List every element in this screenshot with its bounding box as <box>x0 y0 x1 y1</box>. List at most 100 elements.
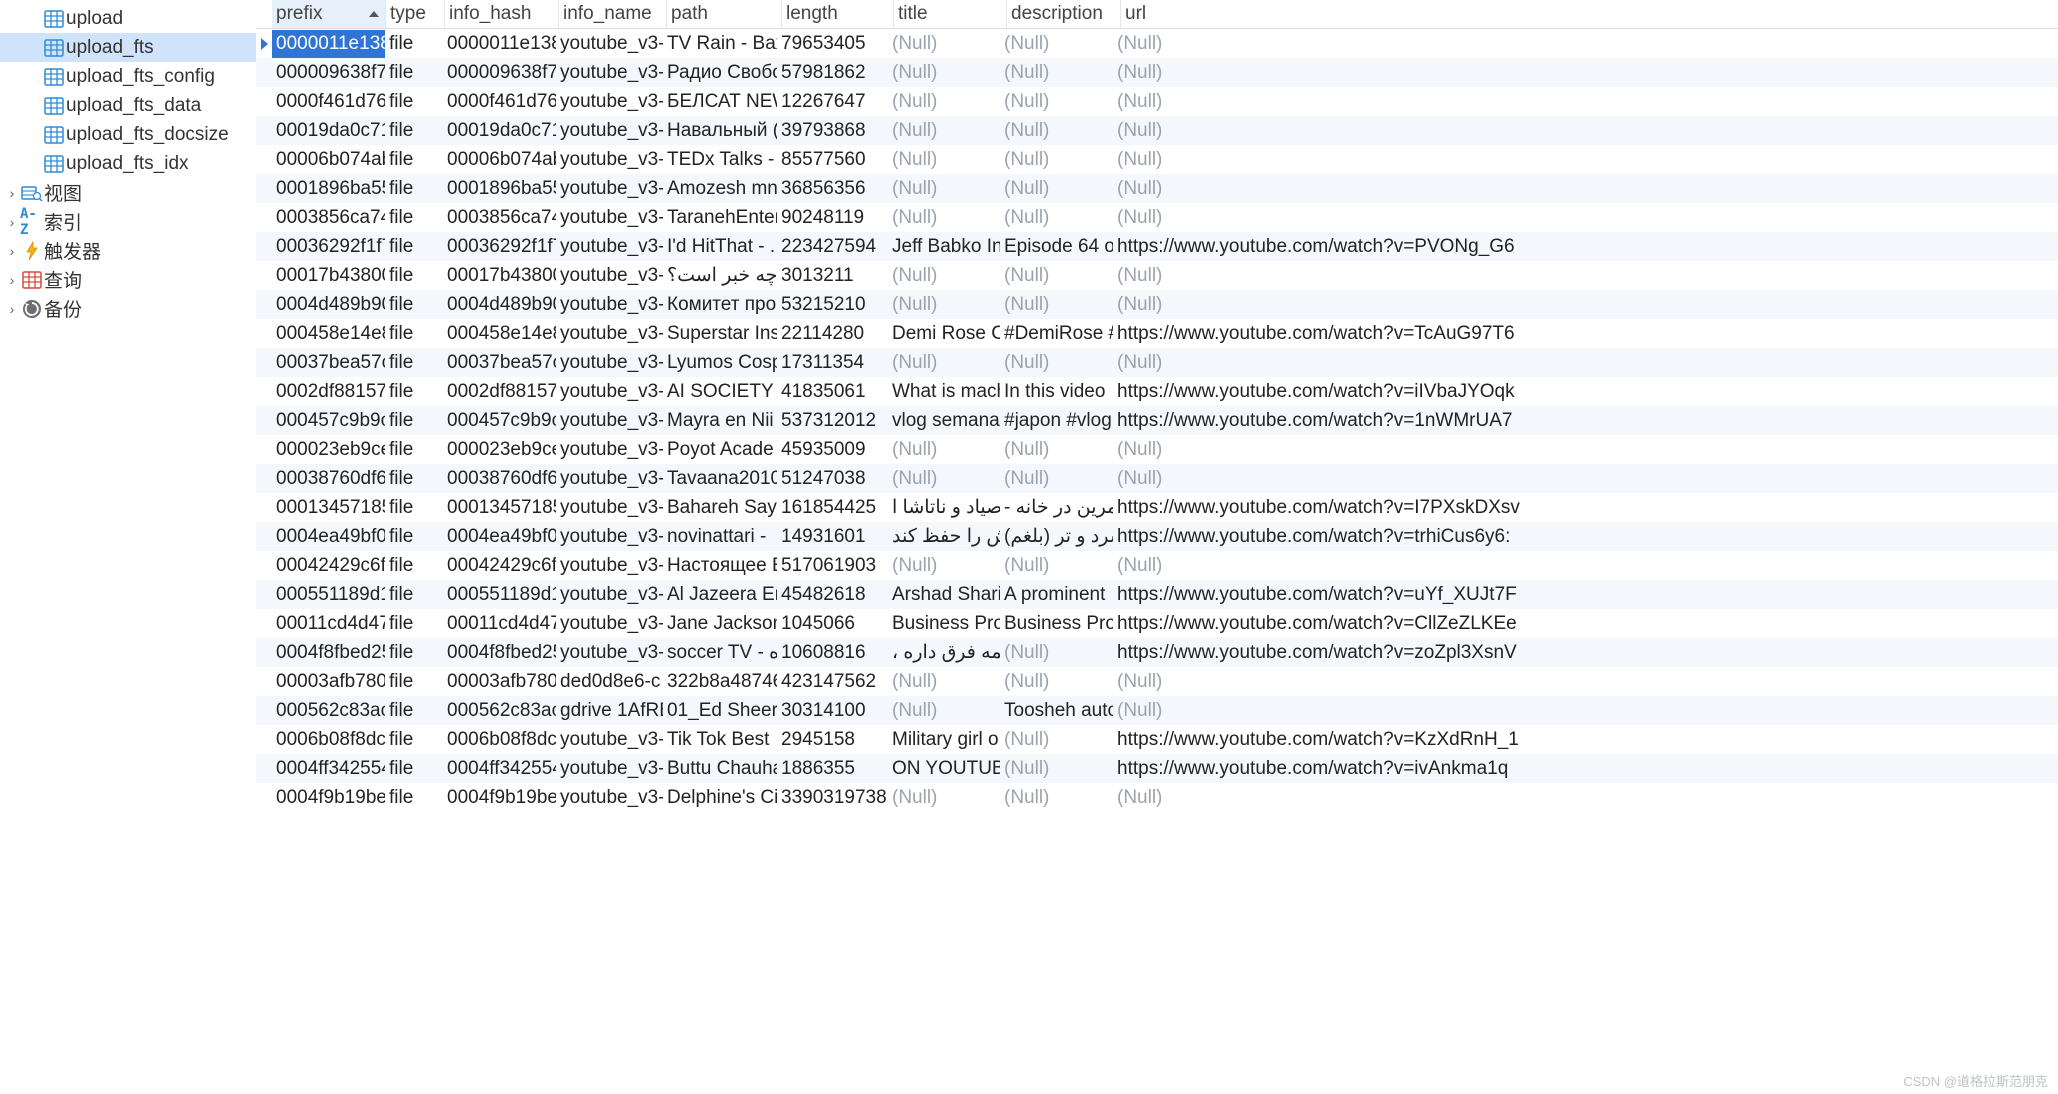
cell-info_name[interactable]: gdrive 1AfRB <box>556 697 663 725</box>
cell-prefix[interactable]: 00036292f1f7 <box>272 233 385 261</box>
cell-title[interactable]: تودش را حفظ کند( <box>888 522 1000 551</box>
cell-info_hash[interactable]: 00013457185 <box>443 494 556 522</box>
table-row[interactable]: 000009638f7file000009638f7youtube_v3-IРа… <box>256 58 2058 87</box>
cell-prefix[interactable]: 000551189d1 <box>272 581 385 609</box>
cell-info_hash[interactable]: 00006b074ab <box>443 146 556 174</box>
cell-url[interactable]: (Null) <box>1113 697 1523 725</box>
cell-path[interactable]: 322b8a48746 <box>663 668 777 696</box>
table-row[interactable]: 00017b43800file00017b43800youtube_v3-Iان… <box>256 261 2058 290</box>
cell-title[interactable]: (Null) <box>888 117 1000 145</box>
cell-info_hash[interactable]: 0004d489b90 <box>443 291 556 319</box>
table-row[interactable]: 0000011e138file0000011e138youtube_v3-ITV… <box>256 29 2058 58</box>
cell-description[interactable]: (Null) <box>1000 639 1113 667</box>
expand-arrow-icon[interactable]: › <box>4 243 20 259</box>
cell-prefix[interactable]: 00042429c6f <box>272 552 385 580</box>
column-header-info-hash[interactable]: info_hash <box>445 0 558 28</box>
cell-url[interactable]: https://www.youtube.com/watch?v=iIVbaJYO… <box>1113 378 1523 406</box>
cell-title[interactable]: (Null) <box>888 552 1000 580</box>
cell-info_hash[interactable]: 00037bea57c <box>443 349 556 377</box>
column-header-url[interactable]: url <box>1121 0 1531 28</box>
table-row[interactable]: 00003afb780file00003afb780ded0d8e6-c322b… <box>256 667 2058 696</box>
cell-description[interactable]: (Null) <box>1000 465 1113 493</box>
tree-node[interactable]: ›触发器 <box>0 236 256 265</box>
table-row[interactable]: 00042429c6ffile00042429c6fyoutube_v3-IНа… <box>256 551 2058 580</box>
cell-length[interactable]: 3013211 <box>777 262 888 290</box>
cell-path[interactable]: TaranehEnter <box>663 204 777 232</box>
cell-url[interactable]: https://www.youtube.com/watch?v=ivAnkma1… <box>1113 755 1523 783</box>
cell-length[interactable]: 30314100 <box>777 697 888 725</box>
cell-info_hash[interactable]: 00019da0c71 <box>443 117 556 145</box>
tree-node[interactable]: ›查询 <box>0 265 256 294</box>
cell-length[interactable]: 537312012 <box>777 407 888 435</box>
cell-length[interactable]: 51247038 <box>777 465 888 493</box>
cell-type[interactable]: file <box>385 349 443 377</box>
cell-type[interactable]: file <box>385 668 443 696</box>
cell-path[interactable]: I'd HitThat - . <box>663 233 777 261</box>
cell-info_hash[interactable]: 0003856ca74 <box>443 204 556 232</box>
cell-url[interactable]: (Null) <box>1113 668 1523 696</box>
cell-length[interactable]: 161854425 <box>777 494 888 522</box>
cell-info_name[interactable]: youtube_v3-I <box>556 175 663 203</box>
cell-path[interactable]: Комитет про <box>663 291 777 319</box>
cell-length[interactable]: 423147562 <box>777 668 888 696</box>
table-row[interactable]: 000562c83acfile000562c83acgdrive 1AfRB01… <box>256 696 2058 725</box>
cell-type[interactable]: file <box>385 407 443 435</box>
cell-prefix[interactable]: 000023eb9ce <box>272 436 385 464</box>
cell-type[interactable]: file <box>385 233 443 261</box>
cell-prefix[interactable]: 00017b43800 <box>272 262 385 290</box>
cell-info_hash[interactable]: 0004f9b19be <box>443 784 556 812</box>
table-row[interactable]: 00037bea57cfile00037bea57cyoutube_v3-ILy… <box>256 348 2058 377</box>
cell-path[interactable]: Buttu Chauha <box>663 755 777 783</box>
cell-type[interactable]: file <box>385 204 443 232</box>
cell-url[interactable]: (Null) <box>1113 262 1523 290</box>
cell-title[interactable]: vlog semanal <box>888 407 1000 435</box>
cell-description[interactable]: (Null) <box>1000 59 1113 87</box>
cell-info_name[interactable]: youtube_v3-I <box>556 581 663 609</box>
cell-description[interactable]: #japon #vlog <box>1000 407 1113 435</box>
cell-type[interactable]: file <box>385 697 443 725</box>
cell-length[interactable]: 45482618 <box>777 581 888 609</box>
cell-info_name[interactable]: ded0d8e6-c <box>556 668 663 696</box>
cell-info_hash[interactable]: 0006b08f8dc <box>443 726 556 754</box>
cell-length[interactable]: 85577560 <box>777 146 888 174</box>
cell-path[interactable]: Mayra en Nii <box>663 407 777 435</box>
cell-info_name[interactable]: youtube_v3-I <box>556 117 663 145</box>
cell-path[interactable]: AI SOCIETY - <box>663 378 777 406</box>
cell-type[interactable]: file <box>385 88 443 116</box>
column-header-info-name[interactable]: info_name <box>559 0 666 28</box>
table-row[interactable]: 000457c9b9cfile000457c9b9cyoutube_v3-IMa… <box>256 406 2058 435</box>
table-row[interactable]: 0004f9b19befile0004f9b19beyoutube_v3-IDe… <box>256 783 2058 812</box>
cell-length[interactable]: 12267647 <box>777 88 888 116</box>
cell-url[interactable]: https://www.youtube.com/watch?v=1nWMrUA7 <box>1113 407 1523 435</box>
cell-prefix[interactable]: 00013457185 <box>272 494 385 522</box>
cell-title[interactable]: What is mach <box>888 378 1000 406</box>
cell-path[interactable]: TEDx Talks - I <box>663 146 777 174</box>
column-header-prefix[interactable]: prefix <box>272 0 385 28</box>
cell-path[interactable]: Навальный ( <box>663 117 777 145</box>
cell-description[interactable]: A prominent <box>1000 581 1113 609</box>
cell-prefix[interactable]: 00006b074ab <box>272 146 385 174</box>
table-row[interactable]: 00006b074abfile00006b074abyoutube_v3-ITE… <box>256 145 2058 174</box>
cell-url[interactable]: (Null) <box>1113 552 1523 580</box>
cell-prefix[interactable]: 0001896ba55 <box>272 175 385 203</box>
cell-title[interactable]: (Null) <box>888 784 1000 812</box>
tree-node[interactable]: ›视图 <box>0 178 256 207</box>
cell-url[interactable]: (Null) <box>1113 88 1523 116</box>
cell-info_hash[interactable]: 00011cd4d47 <box>443 610 556 638</box>
cell-url[interactable]: https://www.youtube.com/watch?v=KzXdRnH_… <box>1113 726 1523 754</box>
cell-title[interactable]: Jeff Babko In <box>888 233 1000 261</box>
cell-info_name[interactable]: youtube_v3-I <box>556 726 663 754</box>
cell-type[interactable]: file <box>385 523 443 551</box>
table-row[interactable]: 0004f8fbed25file0004f8fbed25youtube_v3-s… <box>256 638 2058 667</box>
cell-title[interactable]: ، با همه فرق داره <box>888 638 1000 667</box>
column-header-type[interactable]: type <box>386 0 444 28</box>
cell-length[interactable]: 79653405 <box>777 30 888 58</box>
cell-description[interactable]: - تمرين در خانه <box>1000 493 1113 522</box>
cell-type[interactable]: file <box>385 320 443 348</box>
cell-info_name[interactable]: youtube_v3-I <box>556 349 663 377</box>
cell-info_name[interactable]: youtube_v3-I <box>556 59 663 87</box>
expand-arrow-icon[interactable]: › <box>4 272 20 288</box>
cell-description[interactable]: (Null) <box>1000 30 1113 58</box>
cell-info_hash[interactable]: 00036292f1f7 <box>443 233 556 261</box>
table-row[interactable]: 00038760df6file00038760df6youtube_v3-ITa… <box>256 464 2058 493</box>
